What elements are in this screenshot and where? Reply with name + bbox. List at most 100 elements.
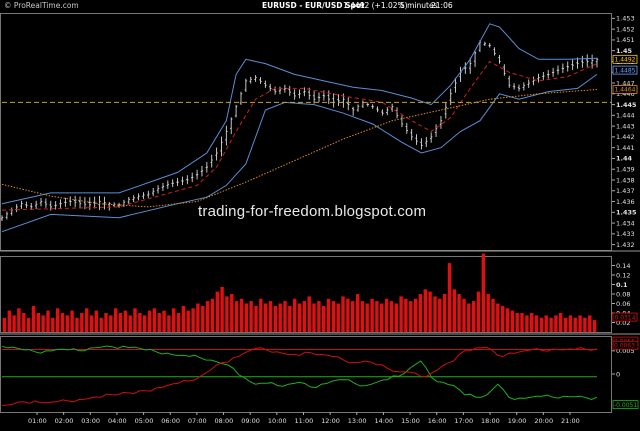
volume-bar: [467, 303, 471, 332]
price-tick-label: 1.434: [616, 219, 635, 227]
price-tick-label: 1.445: [616, 101, 637, 109]
volume-bar: [413, 298, 418, 333]
volume-bar: [365, 303, 369, 332]
volume-bar: [505, 308, 510, 333]
chart-window[interactable]: 1.4531.4521.4511.451.4491.4481.4471.4461…: [0, 0, 640, 427]
volume-bar: [85, 308, 89, 333]
price-tick-label: 1.442: [616, 133, 635, 141]
volume-bar: [273, 305, 277, 332]
price-tick-label: 1.451: [616, 36, 635, 44]
volume-bar: [254, 305, 258, 332]
volume-bar: [181, 305, 186, 332]
price-tick-label: 1.45: [616, 47, 633, 55]
volume-bar: [22, 313, 26, 332]
volume-bar: [157, 313, 161, 332]
volume-bar: [215, 291, 219, 332]
price-axis: 1.4531.4521.4511.451.4491.4481.4471.4461…: [612, 15, 639, 409]
price-tick-label: 1.453: [616, 15, 635, 23]
volume-bar: [297, 303, 302, 332]
watermark-text: trading-for-freedom.blogspot.com: [198, 203, 427, 220]
moving-average-short-line: [1, 60, 598, 211]
volume-tick-label: 0.14: [616, 262, 630, 270]
volume-bar: [201, 305, 205, 332]
time-tick-label: 01:00: [28, 417, 47, 425]
volume-bar: [17, 308, 21, 333]
source-label: © ProRealTime.com: [4, 1, 79, 10]
volume-bar: [191, 308, 195, 333]
time-tick-label: 10:00: [268, 417, 287, 425]
volume-bar: [476, 291, 481, 332]
time-tick-label: 09:00: [241, 417, 260, 425]
volume-bar: [423, 289, 427, 333]
price-tag-label: 1.4492: [615, 57, 636, 64]
volume-bar: [293, 298, 297, 333]
volume-tick-label: 0.08: [616, 290, 630, 298]
price-tick-label: 1.452: [616, 25, 635, 33]
volume-bar: [288, 305, 292, 332]
volume-bar: [409, 301, 413, 332]
volume-bar: [239, 298, 244, 333]
volume-panel[interactable]: [2, 253, 597, 333]
volume-bar: [205, 301, 210, 332]
volume-bar: [2, 317, 7, 333]
volume-bar: [118, 313, 123, 332]
volume-bar: [36, 313, 40, 332]
time-tick-label: 18:00: [481, 417, 500, 425]
volume-bar: [573, 317, 577, 333]
volume-bar: [496, 303, 500, 332]
price-tick-label: 1.432: [616, 241, 635, 249]
volume-bar: [457, 294, 461, 332]
volume-bar: [534, 315, 539, 332]
volume-bar: [336, 303, 340, 332]
volume-bar: [592, 320, 597, 332]
price-tick-label: 1.439: [616, 166, 635, 174]
volume-bar: [375, 301, 379, 332]
volume-bar: [268, 301, 273, 332]
time-tick-label: 20:00: [534, 417, 553, 425]
volume-bar: [80, 313, 84, 332]
volume-bar: [486, 294, 490, 332]
volume-bar: [351, 301, 355, 332]
dmi-panel[interactable]: [1, 345, 598, 406]
dmi-tag-label: 0.0063: [614, 342, 635, 349]
clock-label: 21:06: [431, 1, 453, 10]
time-axis: 01:00 02:00 03:00 04:00 05:00 06:00 07:00 08:00…: [28, 412, 580, 425]
bollinger-upper-line: [1, 23, 598, 205]
volume-bar: [515, 313, 519, 332]
time-tick-label: 03:00: [81, 417, 100, 425]
volume-bar: [433, 296, 437, 332]
volume-bar: [554, 315, 558, 332]
time-tick-label: 05:00: [135, 417, 154, 425]
volume-bar: [230, 294, 234, 332]
volume-bar: [114, 308, 118, 333]
time-tick-label: 07:00: [188, 417, 207, 425]
volume-tick-label: 0.1: [616, 281, 628, 289]
volume-bar: [99, 317, 103, 333]
price-tick-label: 1.436: [616, 198, 635, 206]
price-tick-label: 1.443: [616, 122, 635, 130]
volume-bar: [133, 308, 137, 333]
time-tick-label: 06:00: [161, 417, 180, 425]
volume-bar: [491, 298, 495, 333]
price-tag-label: 1.4464: [615, 87, 636, 94]
price-tick-label: 1.435: [616, 209, 637, 217]
volume-bar: [7, 310, 11, 332]
volume-bar: [447, 263, 452, 332]
volume-bar: [331, 301, 336, 332]
volume-bar: [380, 303, 384, 332]
volume-bar: [481, 253, 485, 332]
volume-bar: [384, 298, 389, 333]
volume-bar: [472, 301, 476, 332]
volume-bar: [65, 315, 69, 332]
volume-bar: [234, 301, 239, 332]
volume-bar: [525, 315, 529, 332]
volume-bar: [539, 317, 544, 333]
volume-bar: [341, 296, 345, 332]
time-tick-label: 21:00: [561, 417, 580, 425]
volume-tick-label: 0.06: [616, 300, 630, 308]
volume-bar: [428, 291, 432, 332]
price-tick-label: 1.438: [616, 176, 635, 184]
volume-bar: [186, 310, 190, 332]
price-panel[interactable]: [0, 23, 612, 233]
volume-bar: [259, 298, 263, 333]
